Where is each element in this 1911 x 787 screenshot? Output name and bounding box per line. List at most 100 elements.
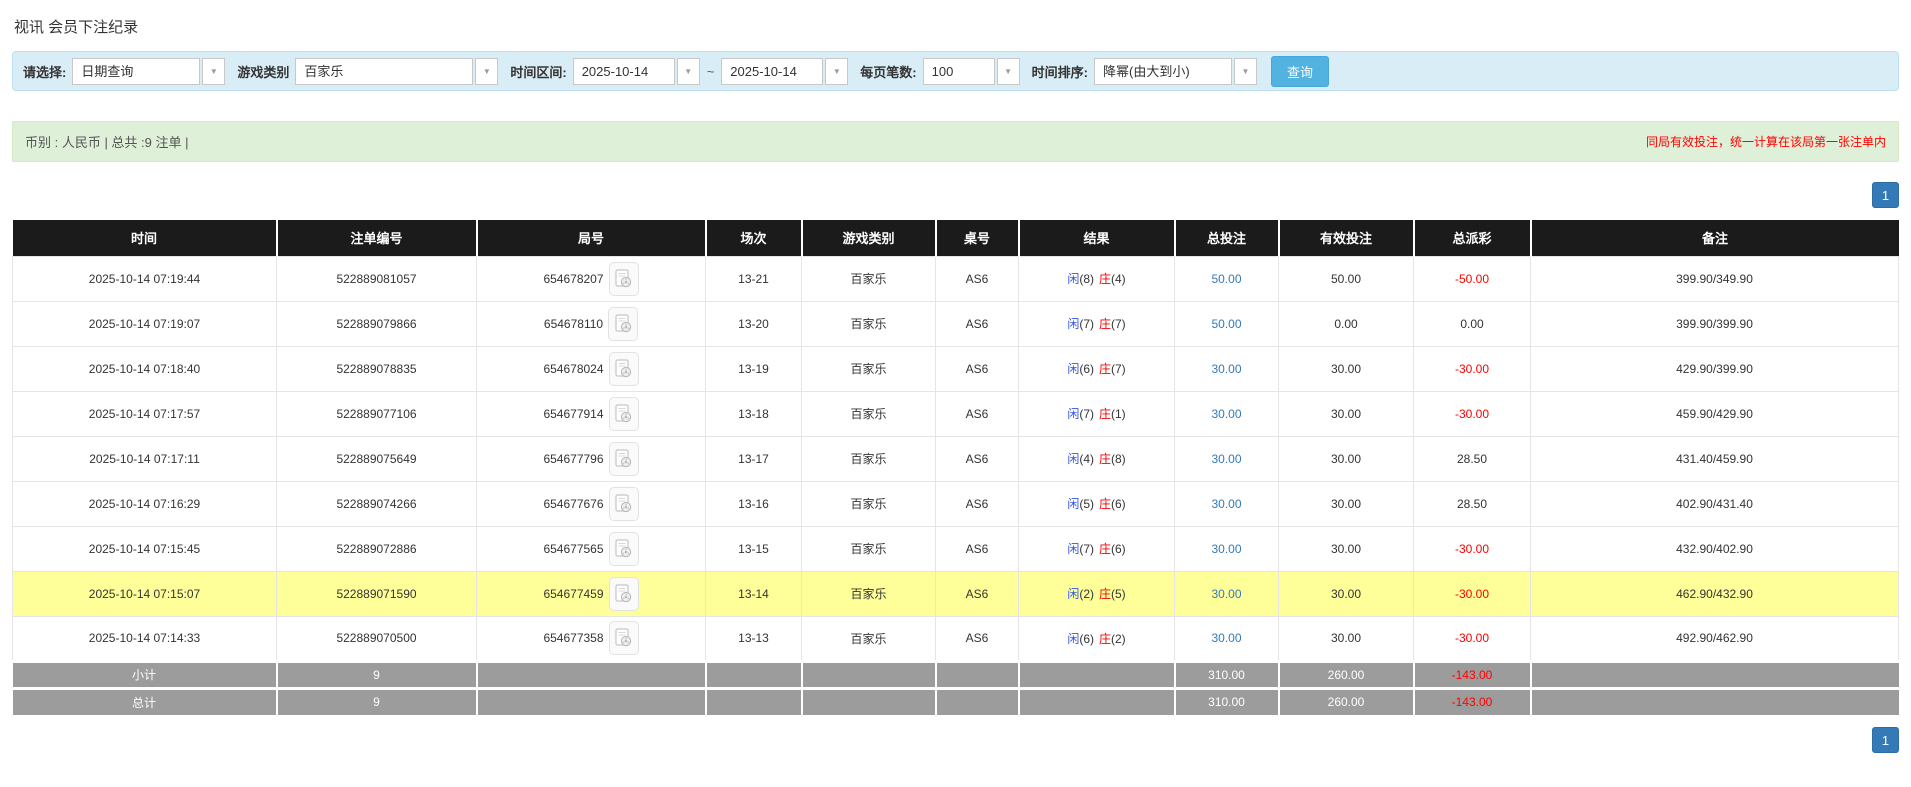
column-header: 桌号	[936, 220, 1019, 256]
video-record-icon[interactable]	[609, 487, 639, 521]
total-bet-link[interactable]: 30.00	[1211, 362, 1241, 376]
round-no: 654677565	[543, 542, 603, 556]
video-record-icon[interactable]	[609, 397, 639, 431]
bet-records-table: 时间注单编号局号场次游戏类别桌号结果总投注有效投注总派彩备注 2025-10-1…	[12, 220, 1899, 715]
total-bet-link[interactable]: 30.00	[1211, 407, 1241, 421]
result-player: 闲	[1067, 587, 1079, 601]
total-bet-link[interactable]: 30.00	[1211, 542, 1241, 556]
result-banker: 庄	[1099, 317, 1111, 331]
summary-valid-bet: 260.00	[1279, 688, 1414, 715]
chevron-down-icon[interactable]: ▼	[997, 58, 1020, 85]
payout-cell: 28.50	[1414, 436, 1531, 481]
result-banker: 庄	[1099, 407, 1111, 421]
total-bet-link[interactable]: 50.00	[1211, 272, 1241, 286]
payout-cell: -30.00	[1414, 391, 1531, 436]
bet-no-cell: 522889077106	[277, 391, 477, 436]
game-type-cell: 百家乐	[802, 571, 936, 616]
query-type-select[interactable]: 日期查询 ▼	[72, 58, 225, 85]
video-record-icon[interactable]	[609, 621, 639, 655]
summary-label: 小计	[13, 661, 277, 688]
result-cell: 闲(5)庄(6)	[1019, 481, 1175, 526]
summary-note: 同局有效投注，统一计算在该局第一张注单内	[1646, 133, 1886, 150]
summary-bar: 币别 : 人民币 | 总共 :9 注单 | 同局有效投注，统一计算在该局第一张注…	[12, 121, 1899, 162]
result-player: 闲	[1067, 362, 1079, 376]
round-no: 654677796	[543, 452, 603, 466]
total-bet-link[interactable]: 30.00	[1211, 497, 1241, 511]
round-no: 654677914	[543, 407, 603, 421]
round-cell: 654677459	[477, 571, 706, 616]
query-type-value: 日期查询	[72, 58, 200, 85]
game-type-cell: 百家乐	[802, 346, 936, 391]
total-bet-link[interactable]: 50.00	[1211, 317, 1241, 331]
game-type-value: 百家乐	[295, 58, 473, 85]
pagination-bottom: 1	[12, 727, 1899, 753]
sort-select[interactable]: 降幂(由大到小) ▼	[1094, 58, 1257, 85]
result-banker: 庄	[1099, 452, 1111, 466]
table-row: 2025-10-14 07:17:57 522889077106 6546779…	[13, 391, 1899, 436]
time-cell: 2025-10-14 07:15:45	[13, 526, 277, 571]
total-bet-cell: 30.00	[1175, 616, 1279, 661]
page-size-select[interactable]: 100 ▼	[923, 58, 1020, 85]
time-cell: 2025-10-14 07:14:33	[13, 616, 277, 661]
video-record-icon[interactable]	[609, 577, 639, 611]
total-bet-link[interactable]: 30.00	[1211, 587, 1241, 601]
payout-cell: -30.00	[1414, 571, 1531, 616]
page-title: 视讯 会员下注纪录	[14, 16, 1899, 37]
pagination-page-1[interactable]: 1	[1872, 727, 1899, 753]
valid-bet-cell: 30.00	[1279, 571, 1414, 616]
video-record-icon[interactable]	[609, 262, 639, 296]
chevron-down-icon[interactable]: ▼	[1234, 58, 1257, 85]
summary-row: 小计 9 310.00 260.00 -143.00	[13, 661, 1899, 688]
bet-no-cell: 522889071590	[277, 571, 477, 616]
round-cell: 654677796	[477, 436, 706, 481]
session-cell: 13-21	[706, 256, 802, 301]
round-no: 654677459	[543, 587, 603, 601]
video-record-icon[interactable]	[609, 442, 639, 476]
column-header: 总投注	[1175, 220, 1279, 256]
result-cell: 闲(7)庄(1)	[1019, 391, 1175, 436]
search-button[interactable]: 查询	[1271, 56, 1329, 87]
bet-no-cell: 522889079866	[277, 301, 477, 346]
round-cell: 654678207	[477, 256, 706, 301]
pagination-page-1[interactable]: 1	[1872, 182, 1899, 208]
game-type-cell: 百家乐	[802, 481, 936, 526]
chevron-down-icon[interactable]: ▼	[202, 58, 225, 85]
result-cell: 闲(2)庄(5)	[1019, 571, 1175, 616]
time-cell: 2025-10-14 07:19:07	[13, 301, 277, 346]
time-cell: 2025-10-14 07:19:44	[13, 256, 277, 301]
date-from-value: 2025-10-14	[573, 58, 675, 85]
payout-cell: -50.00	[1414, 256, 1531, 301]
result-cell: 闲(6)庄(7)	[1019, 346, 1175, 391]
result-player: 闲	[1067, 497, 1079, 511]
table-no-cell: AS6	[936, 391, 1019, 436]
result-cell: 闲(4)庄(8)	[1019, 436, 1175, 481]
total-bet-cell: 30.00	[1175, 391, 1279, 436]
chevron-down-icon[interactable]: ▼	[475, 58, 498, 85]
table-row: 2025-10-14 07:16:29 522889074266 6546776…	[13, 481, 1899, 526]
date-to-select[interactable]: 2025-10-14 ▼	[721, 58, 848, 85]
game-type-cell: 百家乐	[802, 526, 936, 571]
video-record-icon[interactable]	[609, 352, 639, 386]
total-bet-link[interactable]: 30.00	[1211, 452, 1241, 466]
column-header: 结果	[1019, 220, 1175, 256]
session-cell: 13-14	[706, 571, 802, 616]
column-header: 有效投注	[1279, 220, 1414, 256]
date-from-select[interactable]: 2025-10-14 ▼	[573, 58, 700, 85]
chevron-down-icon[interactable]: ▼	[825, 58, 848, 85]
game-type-select[interactable]: 百家乐 ▼	[295, 58, 498, 85]
valid-bet-cell: 30.00	[1279, 346, 1414, 391]
total-bet-link[interactable]: 30.00	[1211, 631, 1241, 645]
round-no: 654677676	[543, 497, 603, 511]
bet-no-cell: 522889072886	[277, 526, 477, 571]
total-bet-cell: 30.00	[1175, 526, 1279, 571]
table-row: 2025-10-14 07:14:33 522889070500 6546773…	[13, 616, 1899, 661]
video-record-icon[interactable]	[608, 307, 638, 341]
table-row: 2025-10-14 07:15:07 522889071590 6546774…	[13, 571, 1899, 616]
valid-bet-cell: 30.00	[1279, 436, 1414, 481]
game-type-cell: 百家乐	[802, 391, 936, 436]
payout-cell: 28.50	[1414, 481, 1531, 526]
video-record-icon[interactable]	[609, 532, 639, 566]
chevron-down-icon[interactable]: ▼	[677, 58, 700, 85]
table-no-cell: AS6	[936, 481, 1019, 526]
round-cell: 654677565	[477, 526, 706, 571]
